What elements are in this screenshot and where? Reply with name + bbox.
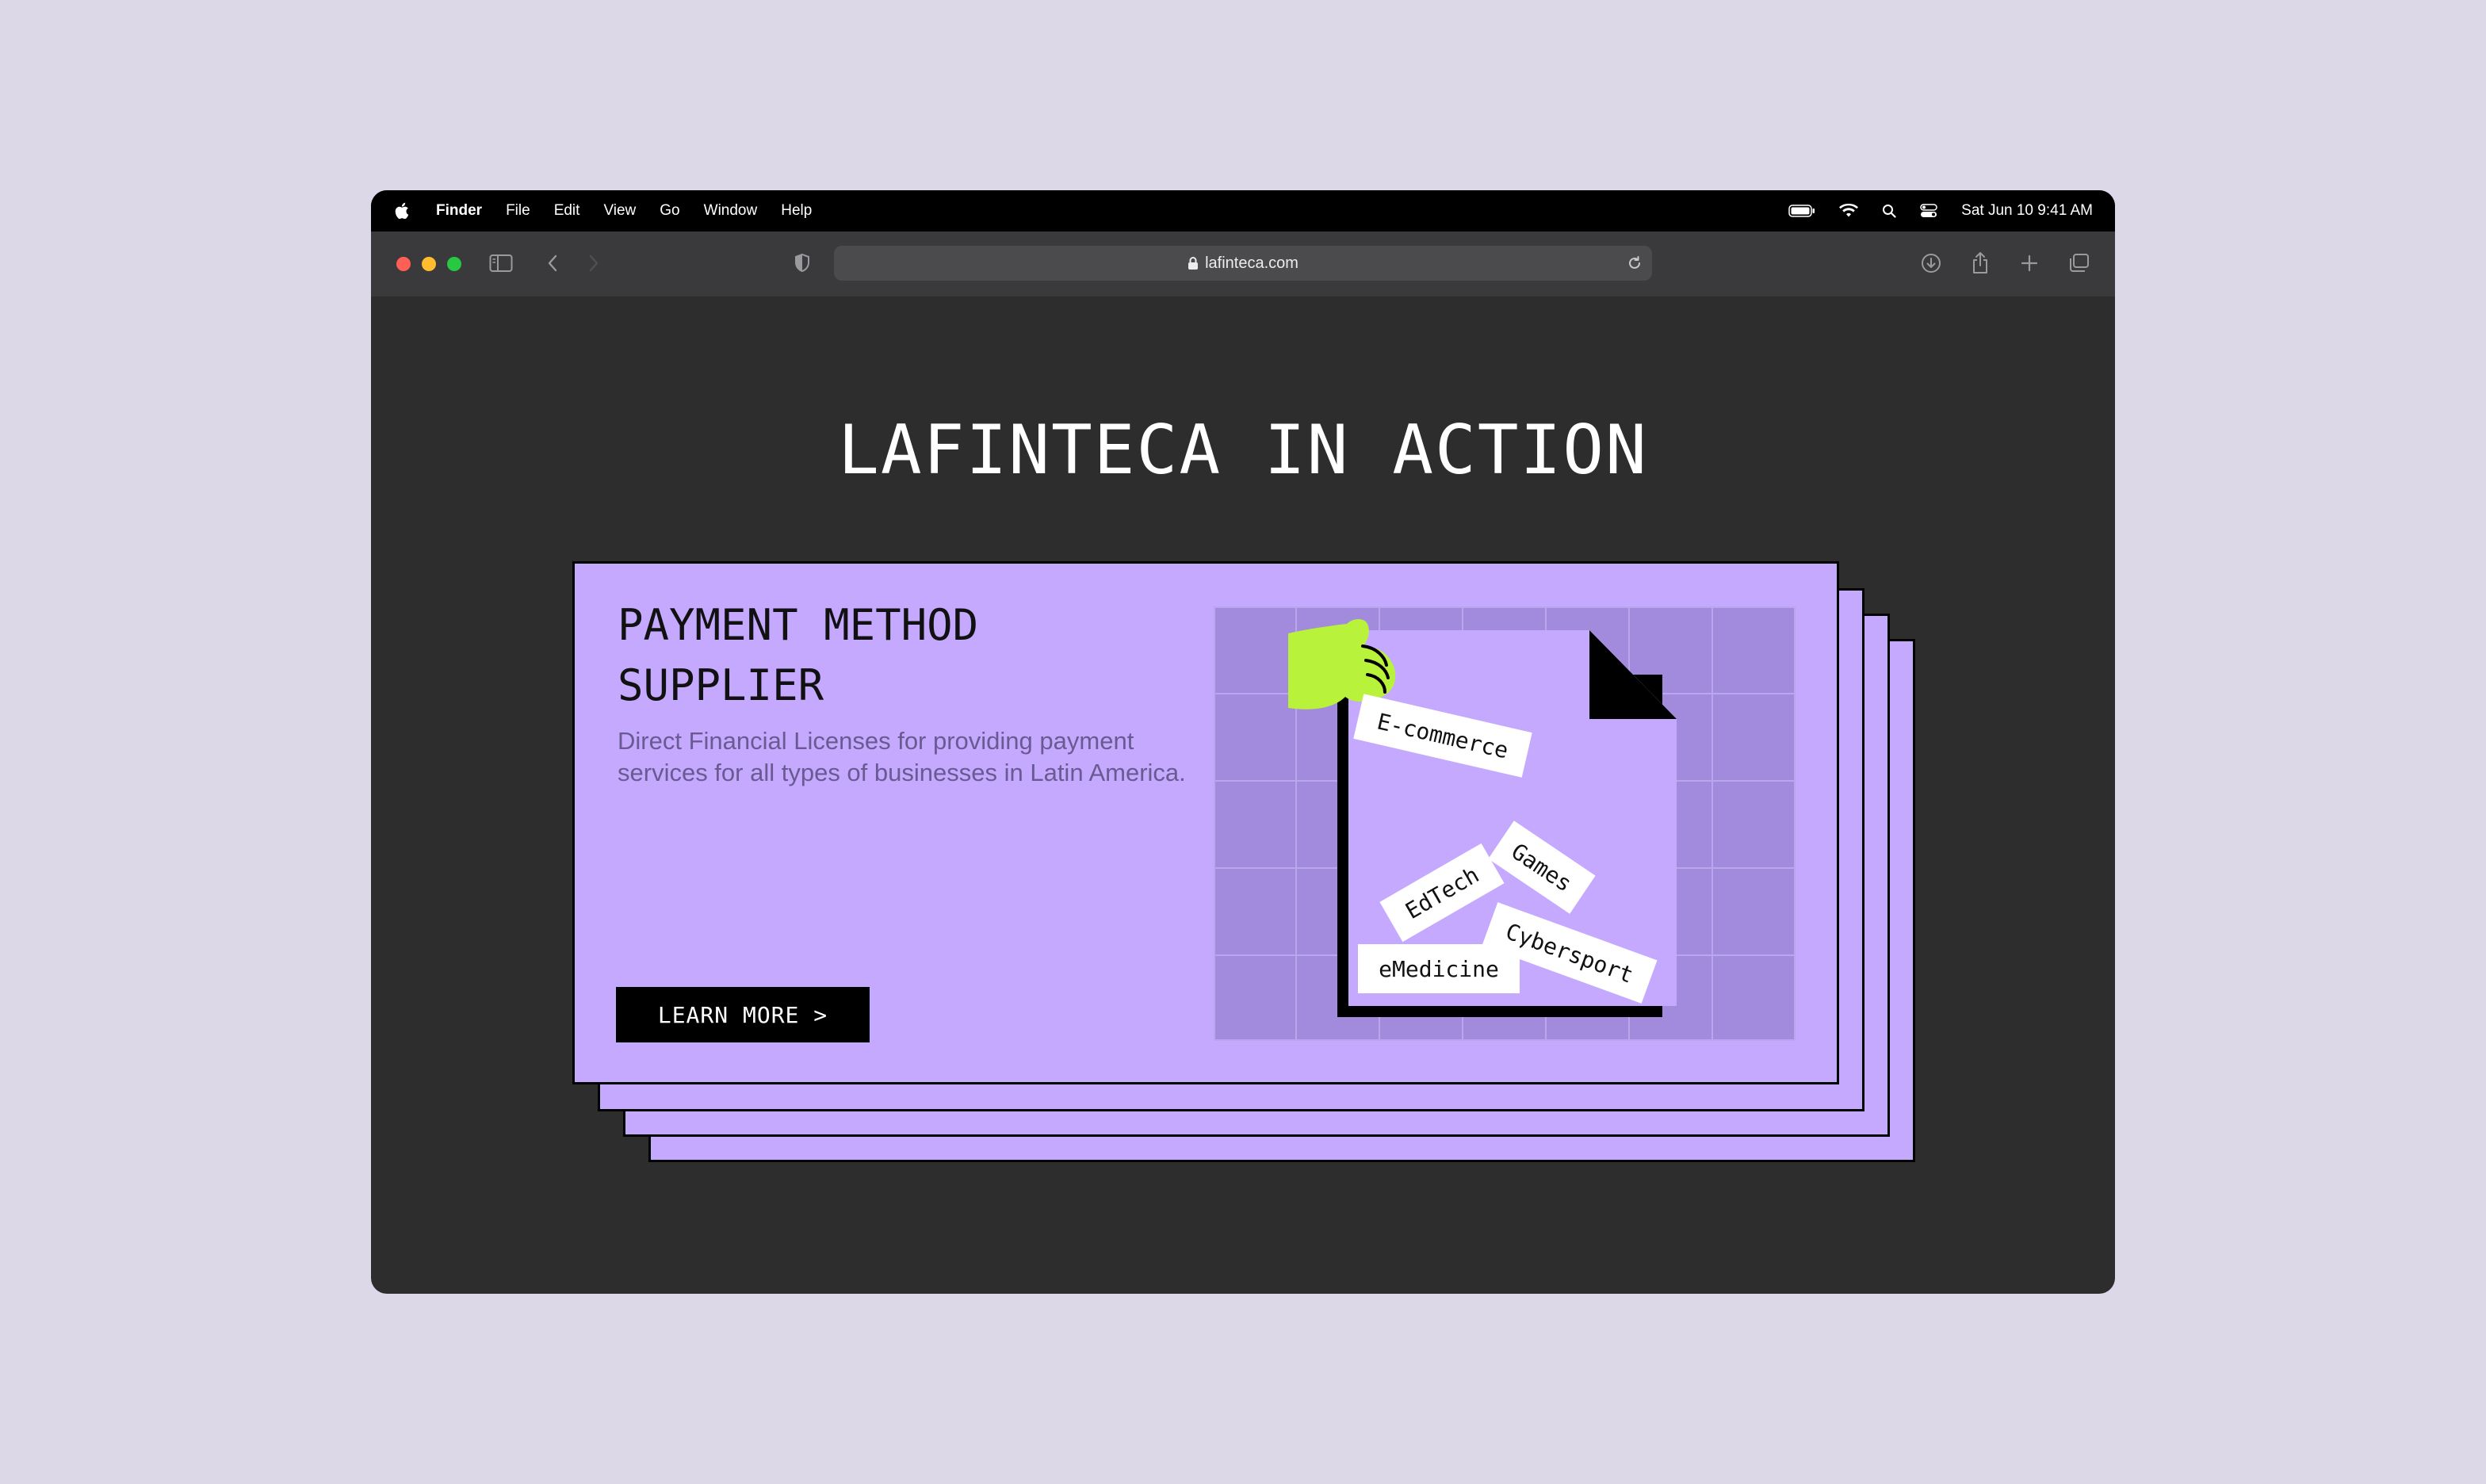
reload-icon[interactable] [1625,254,1644,273]
tag-emedicine: eMedicine [1358,944,1520,993]
share-icon[interactable] [1966,249,1995,277]
menu-view[interactable]: View [603,202,636,220]
zoom-window-button[interactable] [447,257,461,271]
menu-go[interactable]: Go [660,202,679,220]
learn-more-button[interactable]: LEARN MORE > [616,987,870,1042]
lock-icon [1188,256,1199,270]
address-bar[interactable]: lafinteca.com [834,246,1652,281]
new-tab-icon[interactable] [2015,249,2044,277]
page-title: LAFINTECA IN ACTION [838,411,1648,490]
feature-card: PAYMENT METHOD SUPPLIER Direct Financial… [572,561,1839,1084]
browser-window: Finder File Edit View Go Window Help Sat… [371,190,2115,1294]
apple-icon[interactable] [393,201,409,220]
forward-icon[interactable] [579,249,607,277]
battery-icon[interactable] [1788,205,1815,217]
card-description: Direct Financial Licenses for providing … [618,727,1186,786]
search-icon[interactable] [1882,204,1896,218]
card-illustration: E-commerce Games EdTech Cybersport eMedi… [1214,606,1796,1041]
close-window-button[interactable] [396,257,411,271]
menubar-datetime[interactable]: Sat Jun 10 9:41 AM [1961,202,2093,220]
wifi-icon[interactable] [1839,204,1859,218]
card-title: PAYMENT METHOD SUPPLIER [618,595,1172,716]
menu-file[interactable]: File [506,202,530,220]
window-controls [396,257,461,271]
url-text: lafinteca.com [1205,254,1298,272]
privacy-shield-icon[interactable] [788,249,817,277]
card-title-line: PAYMENT METHOD [618,600,979,650]
tab-overview-icon[interactable] [2064,249,2093,277]
menu-edit[interactable]: Edit [554,202,580,220]
menu-app-name[interactable]: Finder [436,202,482,220]
menu-window[interactable]: Window [704,202,758,220]
sidebar-toggle-icon[interactable] [487,249,515,277]
control-center-icon[interactable] [1920,204,1937,218]
browser-toolbar: lafinteca.com [371,231,2115,296]
downloads-icon[interactable] [1917,249,1945,277]
menubar: Finder File Edit View Go Window Help Sat… [371,190,2115,231]
back-icon[interactable] [539,249,568,277]
minimize-window-button[interactable] [422,257,436,271]
card-title-line: SUPPLIER [618,660,824,710]
menu-help[interactable]: Help [781,202,812,220]
